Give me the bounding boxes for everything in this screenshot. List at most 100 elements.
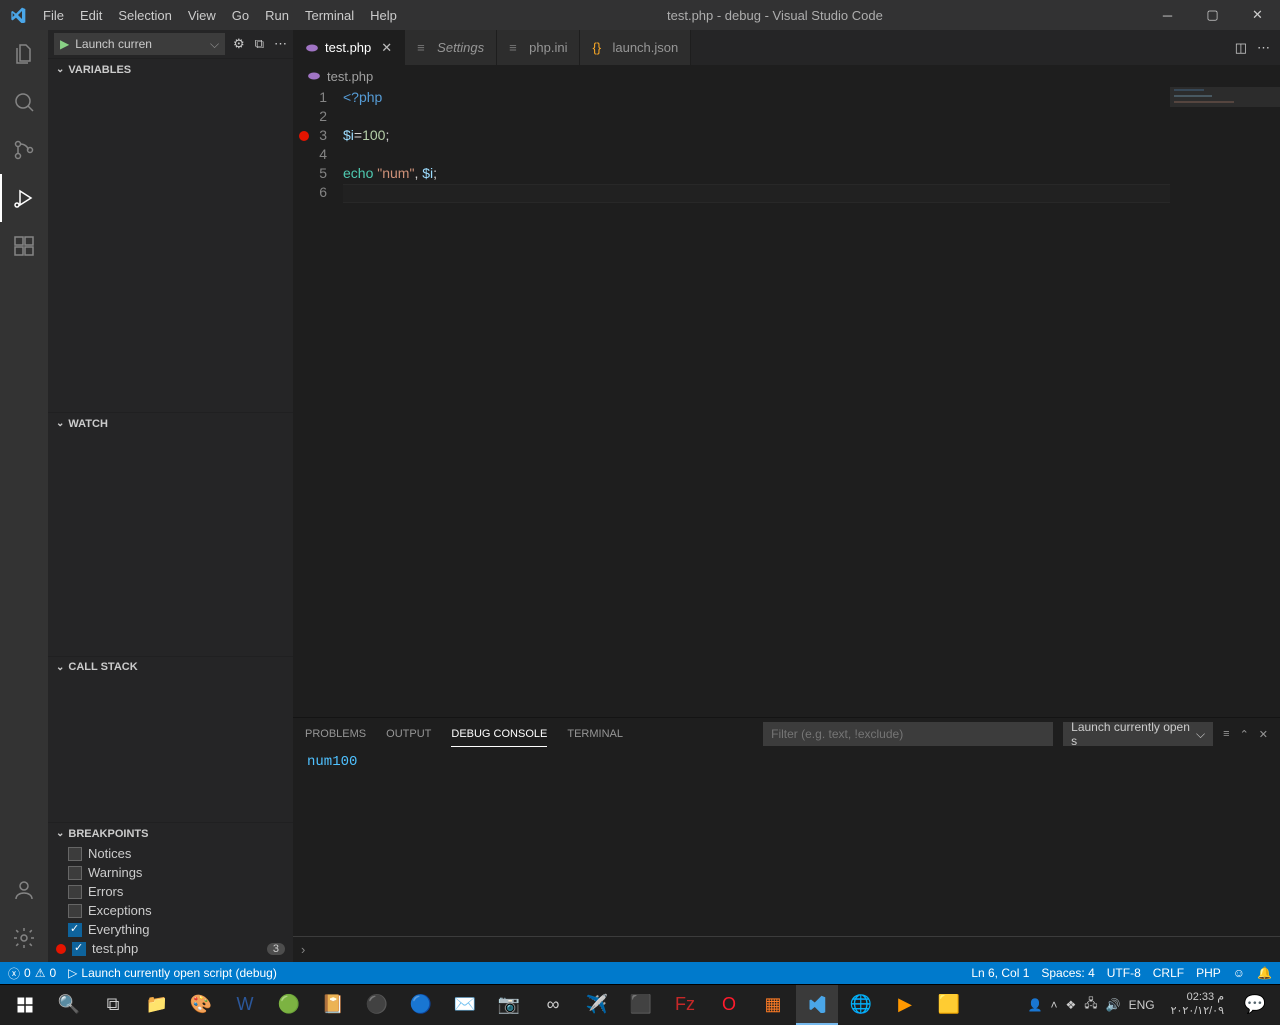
maximize-button[interactable]: ▢ — [1190, 0, 1235, 30]
line-number[interactable]: 2 — [293, 108, 343, 127]
gear-icon[interactable]: ⚙ — [233, 36, 245, 52]
accounts-icon[interactable] — [0, 866, 48, 914]
action-center-icon[interactable]: 💬 — [1234, 985, 1276, 1025]
file-explorer-icon[interactable]: 📁 — [136, 985, 178, 1025]
variables-section-header[interactable]: ⌄VARIABLES — [48, 58, 293, 80]
panel-launch-select[interactable]: Launch currently open s⌵ — [1063, 722, 1213, 746]
breakpoint-item[interactable]: Exceptions — [48, 901, 293, 920]
tab-settings[interactable]: ≡Settings — [405, 30, 497, 65]
code-line[interactable]: $i=100; — [343, 127, 1280, 146]
tab-launch-json[interactable]: {}launch.json — [580, 30, 691, 65]
opera-icon[interactable]: O — [708, 985, 750, 1025]
close-icon[interactable]: ✕ — [381, 40, 392, 56]
task-view-icon[interactable]: ⧉ — [92, 985, 134, 1025]
status-spaces[interactable]: Spaces: 4 — [1041, 966, 1094, 980]
camera-icon[interactable]: 📷 — [488, 985, 530, 1025]
volume-icon[interactable]: 🔊 — [1106, 998, 1121, 1012]
tab-php-ini[interactable]: ≡php.ini — [497, 30, 580, 65]
checkbox[interactable] — [68, 847, 82, 861]
checkbox[interactable] — [68, 904, 82, 918]
menu-run[interactable]: Run — [257, 0, 297, 30]
line-number[interactable]: 6 — [293, 184, 343, 203]
status-language[interactable]: PHP — [1196, 966, 1221, 980]
menu-terminal[interactable]: Terminal — [297, 0, 362, 30]
menu-file[interactable]: File — [35, 0, 72, 30]
breakpoint-item[interactable]: Notices — [48, 844, 293, 863]
panel-tab-debug-console[interactable]: DEBUG CONSOLE — [451, 722, 547, 747]
debug-console-icon[interactable]: ⧉ — [255, 36, 264, 52]
system-tray[interactable]: 👤 ˄ ❖ 🖧 🔊 ENG — [1022, 994, 1161, 1015]
terminal-icon[interactable]: ⬛ — [620, 985, 662, 1025]
code-line[interactable]: echo "num", $i; — [343, 165, 1280, 184]
xampp-icon[interactable]: ▦ — [752, 985, 794, 1025]
panel-tab-terminal[interactable]: TERMINAL — [567, 722, 623, 746]
menu-edit[interactable]: Edit — [72, 0, 110, 30]
split-editor-icon[interactable]: ◫ — [1235, 40, 1247, 56]
telegram-icon[interactable]: ✈️ — [576, 985, 618, 1025]
debug-icon[interactable] — [0, 174, 48, 222]
notepad-icon[interactable]: 📔 — [312, 985, 354, 1025]
callstack-section-header[interactable]: ⌄CALL STACK — [48, 656, 293, 678]
search-icon[interactable] — [0, 78, 48, 126]
code-area[interactable]: <?php $i=100; echo "num", $i; — [343, 87, 1280, 717]
panel-tab-output[interactable]: OUTPUT — [386, 722, 431, 746]
minimap[interactable] — [1170, 87, 1280, 717]
status-eol[interactable]: CRLF — [1153, 966, 1184, 980]
network-icon[interactable]: 🖧 — [1084, 994, 1097, 1015]
panel-filter-input[interactable] — [763, 722, 1053, 746]
breakpoint-item[interactable]: Errors — [48, 882, 293, 901]
obs-icon[interactable]: ⚫ — [356, 985, 398, 1025]
line-gutter[interactable]: 123456 — [293, 87, 343, 717]
code-line[interactable]: <?php — [343, 89, 1280, 108]
status-line-col[interactable]: Ln 6, Col 1 — [971, 966, 1029, 980]
breakpoint-item[interactable]: Everything — [48, 920, 293, 939]
close-button[interactable]: ✕ — [1235, 0, 1280, 30]
taskbar-clock[interactable]: 02:33 م ٢٠٢٠/١٢/٠٩ — [1163, 991, 1232, 1017]
extensions-icon[interactable] — [0, 222, 48, 270]
more-actions-icon[interactable]: ⋯ — [1257, 40, 1270, 56]
code-line[interactable] — [343, 146, 1280, 165]
menu-help[interactable]: Help — [362, 0, 405, 30]
checkbox[interactable] — [72, 942, 86, 956]
panel-tab-problems[interactable]: PROBLEMS — [305, 722, 366, 746]
launch-config-select[interactable]: ▶ Launch curren ⌵ — [54, 33, 225, 55]
start-button[interactable] — [4, 985, 46, 1025]
checkbox[interactable] — [68, 923, 82, 937]
checkbox[interactable] — [68, 866, 82, 880]
more-icon[interactable]: ⋯ — [274, 36, 287, 52]
edge-icon[interactable]: 🔵 — [400, 985, 442, 1025]
panel-settings-icon[interactable]: ≡ — [1223, 728, 1229, 740]
paint-icon[interactable]: 🎨 — [180, 985, 222, 1025]
chrome-icon[interactable]: 🟢 — [268, 985, 310, 1025]
chrome2-icon[interactable]: 🌐 — [840, 985, 882, 1025]
panel-collapse-icon[interactable]: ⌃ — [1240, 728, 1249, 741]
status-errors[interactable]: ⓧ0⚠0 — [8, 965, 56, 982]
menu-selection[interactable]: Selection — [110, 0, 179, 30]
tray-chevron-icon[interactable]: ˄ — [1050, 998, 1057, 1012]
breakpoint-item[interactable]: Warnings — [48, 863, 293, 882]
status-launch[interactable]: ▷Launch currently open script (debug) — [68, 966, 277, 980]
visualstudio-icon[interactable]: ∞ — [532, 985, 574, 1025]
player-icon[interactable]: ▶ — [884, 985, 926, 1025]
debug-console-input[interactable]: › — [293, 936, 1280, 962]
watch-section-header[interactable]: ⌄WATCH — [48, 412, 293, 434]
word-icon[interactable]: W — [224, 985, 266, 1025]
line-number[interactable]: 1 — [293, 89, 343, 108]
checkbox[interactable] — [68, 885, 82, 899]
explorer-icon[interactable] — [0, 30, 48, 78]
menu-view[interactable]: View — [180, 0, 224, 30]
status-encoding[interactable]: UTF-8 — [1107, 966, 1141, 980]
tab-test-php[interactable]: test.php✕ — [293, 30, 405, 65]
line-number[interactable]: 3 — [293, 127, 343, 146]
status-feedback-icon[interactable]: ☺ — [1233, 966, 1245, 980]
settings-icon[interactable] — [0, 914, 48, 962]
breakpoints-section-header[interactable]: ⌄BREAKPOINTS — [48, 822, 293, 844]
taskbar-search-icon[interactable]: 🔍 — [48, 985, 90, 1025]
people-icon[interactable]: 👤 — [1028, 998, 1043, 1012]
source-control-icon[interactable] — [0, 126, 48, 174]
panel-close-icon[interactable]: ✕ — [1259, 728, 1268, 741]
notes-icon[interactable]: 🟨 — [928, 985, 970, 1025]
code-line[interactable] — [343, 184, 1280, 203]
keyboard-lang[interactable]: ENG — [1129, 998, 1155, 1012]
line-number[interactable]: 4 — [293, 146, 343, 165]
